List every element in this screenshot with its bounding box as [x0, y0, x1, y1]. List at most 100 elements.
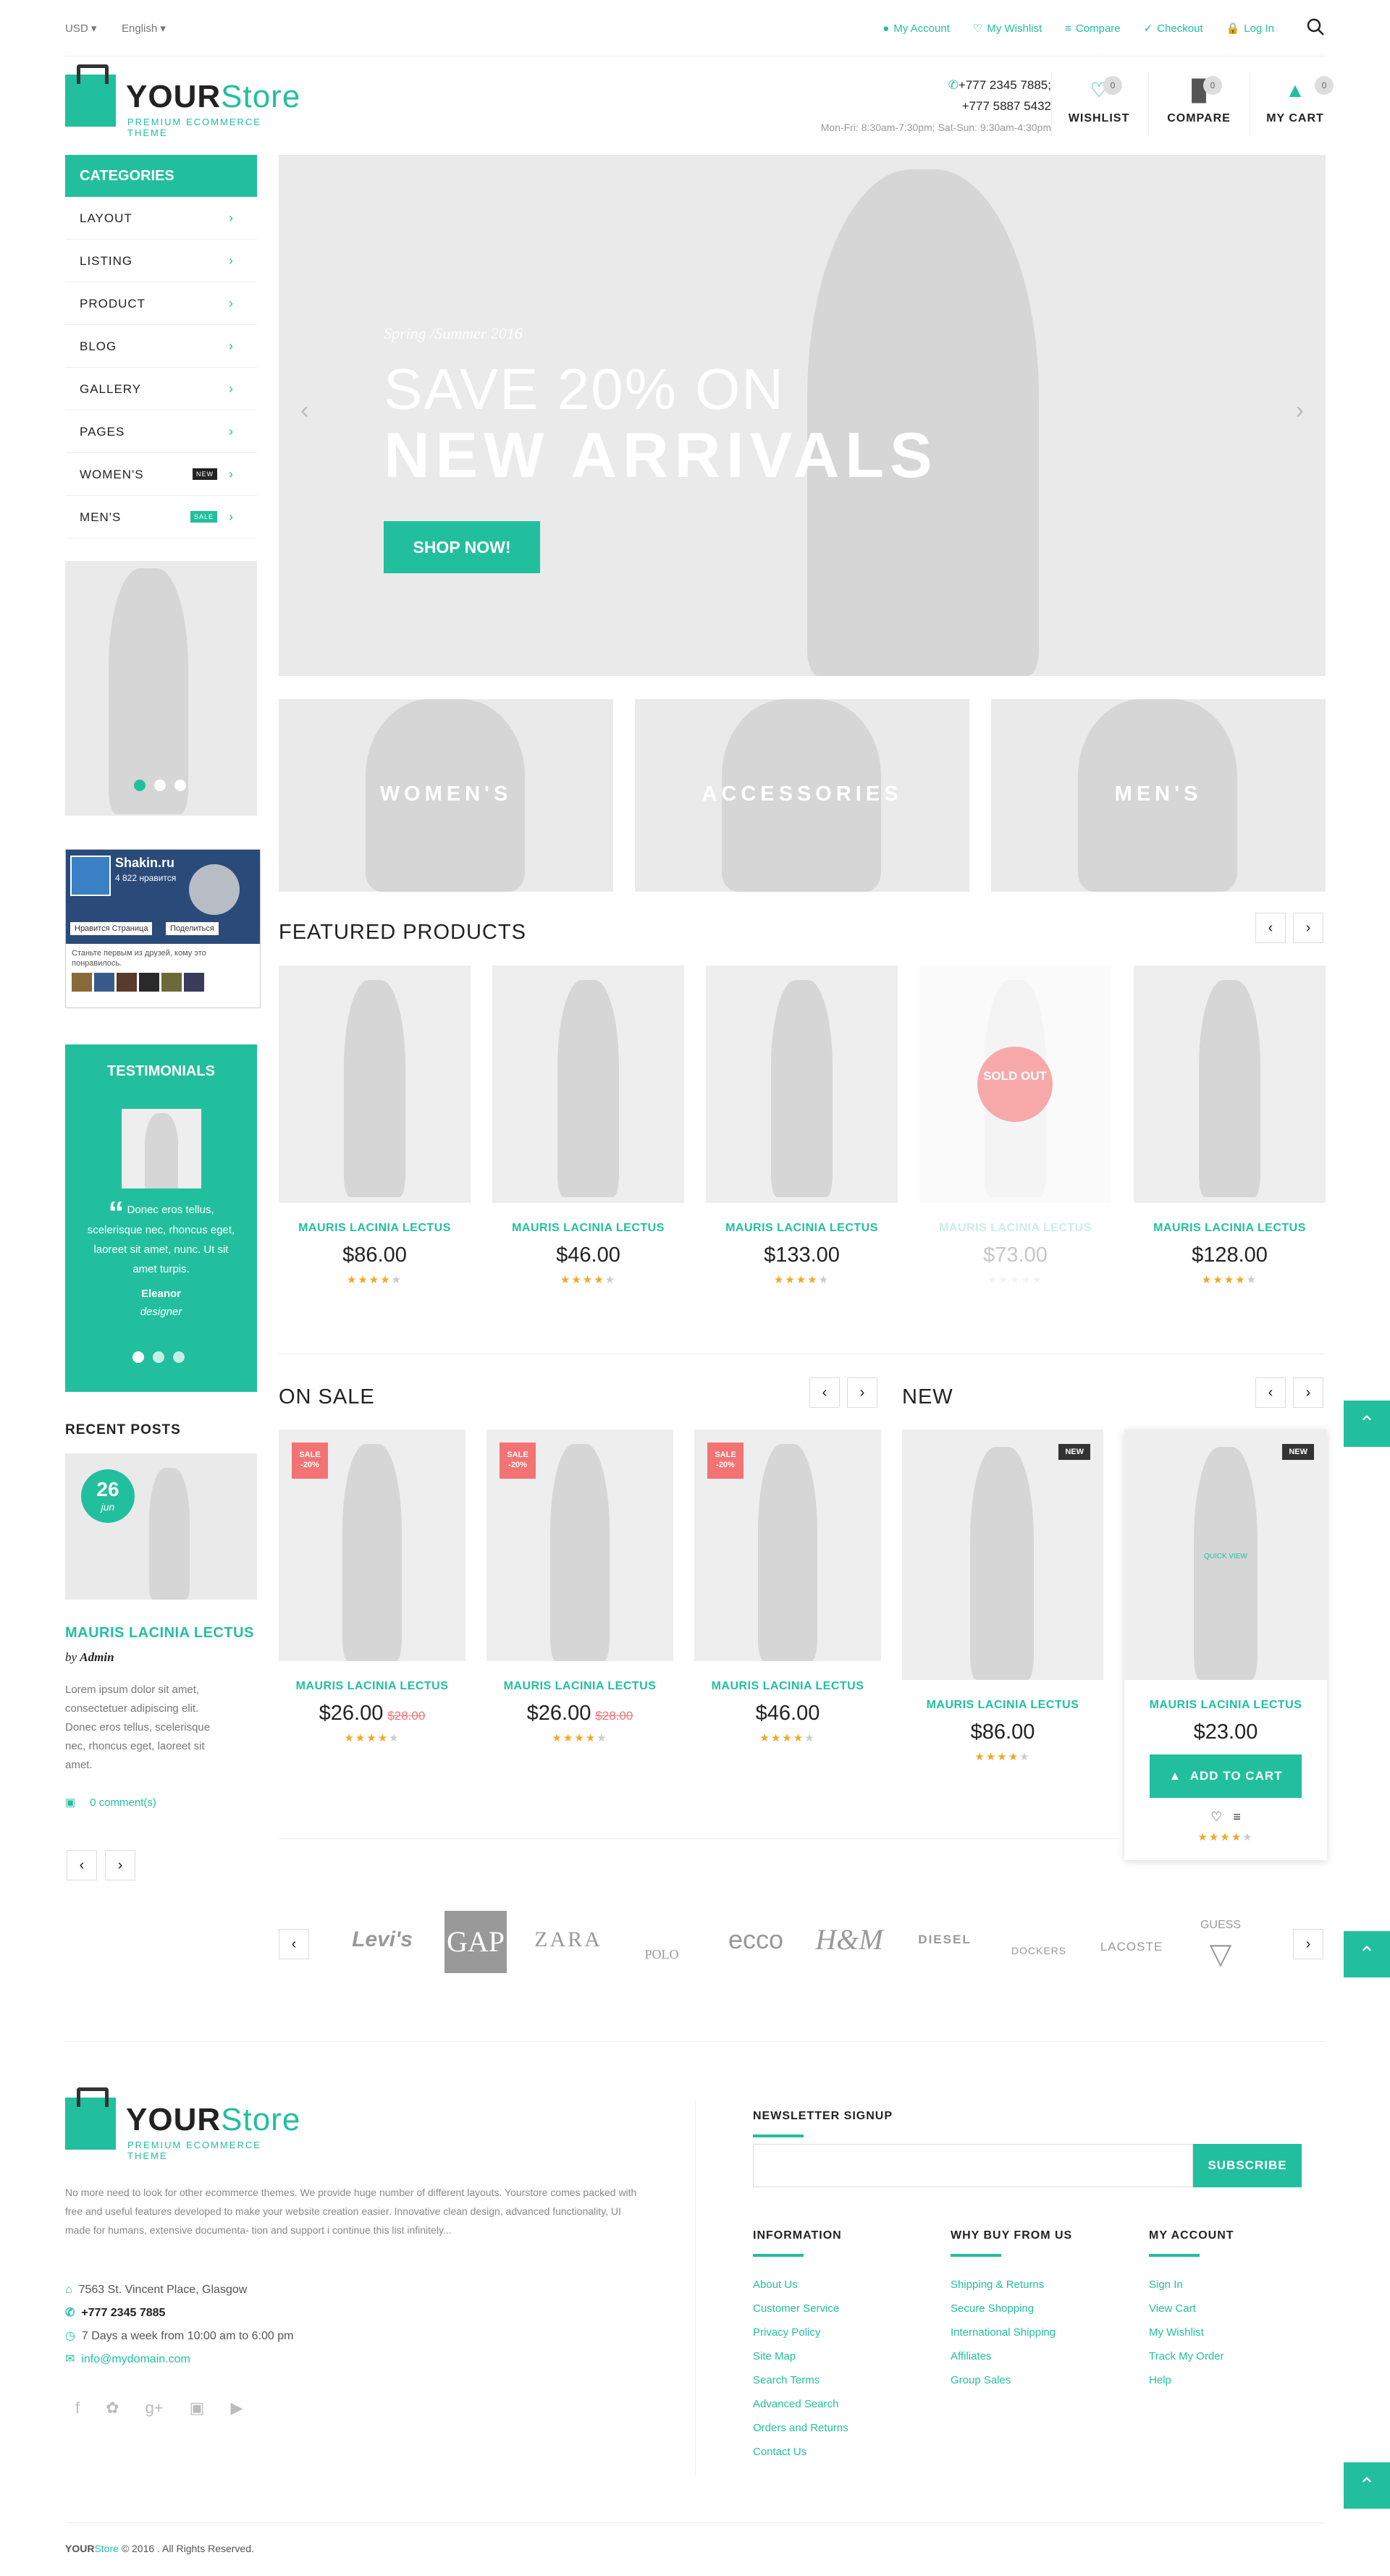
product-image[interactable]: SALE -20%	[279, 1430, 466, 1661]
category-product[interactable]: PRODUCT ›	[65, 282, 257, 325]
scroll-up-button[interactable]: ⌃	[1344, 1931, 1390, 1977]
category-mens[interactable]: MEN'S SALE ›	[65, 496, 257, 539]
banner-womens[interactable]: WOMEN'S	[279, 699, 613, 892]
facebook-like-button[interactable]: Нравится Страница	[70, 922, 153, 935]
footer-link[interactable]: View Cart	[1149, 2297, 1234, 2320]
product-name[interactable]: MAURIS LACINIA LECTUS	[694, 1680, 881, 1693]
youtube-icon[interactable]: ▶	[230, 2399, 243, 2417]
hero-prev-arrow[interactable]: ‹	[300, 397, 308, 425]
twitter-icon[interactable]: ✿	[106, 2399, 119, 2417]
product-name[interactable]: MAURIS LACINIA LECTUS	[706, 1222, 898, 1235]
banner-accessories[interactable]: ACCESSORIES	[635, 699, 969, 892]
facebook-page-name[interactable]: Shakin.ru	[115, 856, 174, 871]
footer-link[interactable]: Customer Service	[753, 2297, 848, 2320]
scroll-up-button[interactable]: ⌃	[1344, 1401, 1390, 1447]
category-womens[interactable]: WOMEN'S NEW ›	[65, 453, 257, 496]
next-post-button[interactable]: ›	[105, 1850, 135, 1880]
category-gallery[interactable]: GALLERY ›	[65, 368, 257, 410]
brand-polo-logo[interactable]: POLO	[627, 1911, 696, 1969]
footer-link[interactable]: Privacy Policy	[753, 2320, 848, 2344]
product-name[interactable]: MAURIS LACINIA LECTUS	[919, 1222, 1111, 1235]
product-card[interactable]: MAURIS LACINIA LECTUS $133.00 ★★★★★	[706, 966, 898, 1286]
product-name[interactable]: MAURIS LACINIA LECTUS	[279, 1222, 471, 1235]
footer-link[interactable]: My Wishlist	[1149, 2320, 1234, 2344]
brand-diesel-logo[interactable]: DIESEL	[905, 1911, 985, 1969]
product-name[interactable]: MAURIS LACINIA LECTUS	[1134, 1222, 1326, 1235]
slider-dot[interactable]	[134, 780, 146, 791]
footer-link[interactable]: Track My Order	[1149, 2344, 1234, 2368]
brands-prev-button[interactable]: ‹	[279, 1929, 309, 1959]
category-pages[interactable]: PAGES ›	[65, 410, 257, 453]
brand-guess-logo[interactable]: GUESS ▽	[1184, 1911, 1257, 1969]
brand-hm-logo[interactable]: H&M	[809, 1911, 889, 1969]
scroll-up-button[interactable]: ⌃	[1344, 2462, 1390, 2509]
brand-lacoste-logo[interactable]: LACOSTE	[1092, 1911, 1171, 1969]
product-image[interactable]	[1134, 966, 1326, 1203]
new-product-card-hovered[interactable]: NEW QUICK VIEW MAURIS LACINIA LECTUS $23…	[1124, 1430, 1327, 1860]
slider-dot[interactable]	[153, 1351, 164, 1363]
brands-next-button[interactable]: ›	[1293, 1929, 1323, 1959]
featured-prev-button[interactable]: ‹	[1255, 913, 1286, 943]
footer-link[interactable]: Search Terms	[753, 2368, 848, 2392]
newsletter-email-input[interactable]	[753, 2144, 1193, 2187]
sale-product-card[interactable]: SALE -20% MAURIS LACINIA LECTUS $26.00 $2…	[486, 1430, 673, 1744]
cart-button[interactable]: ▲ 0 MY CART	[1252, 76, 1338, 125]
footer-link[interactable]: Site Map	[753, 2344, 848, 2368]
sale-product-card[interactable]: SALE -20% MAURIS LACINIA LECTUS $46.00 ★…	[694, 1430, 881, 1744]
prev-post-button[interactable]: ‹	[67, 1850, 97, 1880]
product-card[interactable]: MAURIS LACINIA LECTUS $128.00 ★★★★★	[1134, 966, 1326, 1286]
category-layout[interactable]: LAYOUT ›	[65, 197, 257, 240]
my-wishlist-link[interactable]: ♡ My Wishlist	[973, 22, 1042, 35]
product-name[interactable]: MAURIS LACINIA LECTUS	[486, 1680, 673, 1693]
search-icon[interactable]	[1306, 17, 1325, 36]
slider-dot[interactable]	[132, 1351, 144, 1363]
google-plus-icon[interactable]: g+	[146, 2399, 164, 2417]
post-comments[interactable]: ▣ 0 comment(s)	[65, 1796, 156, 1809]
heart-icon[interactable]: ♡	[1210, 1809, 1222, 1824]
product-image[interactable]	[706, 966, 898, 1203]
product-image[interactable]	[279, 966, 471, 1203]
brand-dockers-logo[interactable]: DOCKERS	[999, 1911, 1079, 1969]
login-link[interactable]: 🔒 Log In	[1226, 22, 1274, 35]
product-image[interactable]: SALE -20%	[486, 1430, 673, 1661]
facebook-share-button[interactable]: Поделиться	[166, 922, 219, 935]
category-listing[interactable]: LISTING ›	[65, 240, 257, 282]
compare-button[interactable]: ▐▌ 0 COMPARE	[1155, 76, 1242, 125]
my-account-link[interactable]: ● My Account	[883, 22, 950, 35]
compare-link[interactable]: ≡ Compare	[1065, 22, 1120, 35]
brand-ecco-logo[interactable]: ecco	[715, 1911, 796, 1969]
post-image[interactable]: 26 jun	[65, 1453, 257, 1600]
new-prev-button[interactable]: ‹	[1255, 1377, 1286, 1408]
hero-slider[interactable]: Spring /Summer 2016 SAVE 20% ON NEW ARRI…	[279, 155, 1326, 676]
footer-link[interactable]: Affiliates	[951, 2344, 1072, 2368]
sale-next-button[interactable]: ›	[847, 1377, 877, 1408]
product-name[interactable]: MAURIS LACINIA LECTUS	[279, 1680, 466, 1693]
email-link[interactable]: ✉ info@mydomain.com	[65, 2348, 293, 2371]
footer-link[interactable]: Advanced Search	[753, 2392, 848, 2416]
sidebar-banner[interactable]	[65, 561, 257, 816]
slider-dot[interactable]	[154, 780, 166, 791]
category-blog[interactable]: BLOG ›	[65, 325, 257, 368]
shop-now-button[interactable]: SHOP NOW!	[384, 521, 540, 573]
post-title[interactable]: MAURIS LACINIA LECTUS	[65, 1625, 254, 1642]
slider-dot[interactable]	[174, 780, 186, 791]
product-card-sold-out[interactable]: MAURIS LACINIA LECTUS $73.00 ★★★★★	[919, 966, 1111, 1286]
banner-mens[interactable]: MEN'S	[991, 699, 1326, 892]
brand-gap-logo[interactable]: GAP	[445, 1911, 507, 1973]
logo[interactable]: YOURStore PREMIUM ECOMMERCE THEME	[65, 64, 300, 138]
hero-next-arrow[interactable]: ›	[1296, 397, 1304, 425]
product-card[interactable]: MAURIS LACINIA LECTUS $86.00 ★★★★★	[279, 966, 471, 1286]
add-to-cart-button[interactable]: ▲ ADD TO CART	[1150, 1754, 1302, 1798]
product-name[interactable]: MAURIS LACINIA LECTUS	[492, 1222, 684, 1235]
checkout-link[interactable]: ✓ Checkout	[1144, 22, 1203, 35]
footer-link[interactable]: Sign In	[1149, 2273, 1234, 2297]
footer-link[interactable]: Group Sales	[951, 2368, 1072, 2392]
product-name[interactable]: MAURIS LACINIA LECTUS	[902, 1699, 1103, 1712]
product-image[interactable]: NEW QUICK VIEW	[1124, 1430, 1327, 1680]
brand-zara-logo[interactable]: ZARA	[527, 1911, 610, 1969]
footer-logo[interactable]: YOURStore PREMIUM ECOMMERCE THEME	[65, 2087, 300, 2161]
quick-view-button[interactable]: QUICK VIEW	[1124, 1553, 1327, 1561]
footer-link[interactable]: International Shipping	[951, 2320, 1072, 2344]
footer-link[interactable]: Help	[1149, 2368, 1234, 2392]
instagram-icon[interactable]: ▣	[190, 2399, 205, 2417]
